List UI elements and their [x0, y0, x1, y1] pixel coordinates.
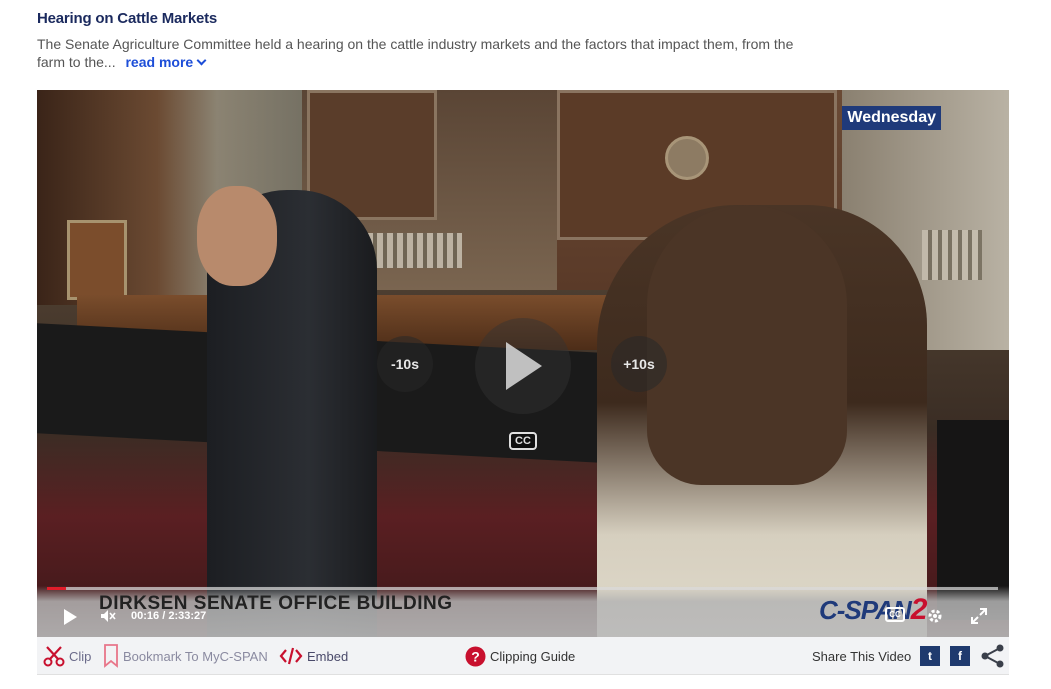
video-description: The Senate Agriculture Committee held a … — [37, 35, 797, 71]
twitter-icon: t — [928, 649, 932, 663]
svg-text:?: ? — [471, 648, 480, 664]
time-separator: / — [162, 610, 166, 622]
scissors-icon — [43, 646, 65, 667]
read-more-label: read more — [125, 54, 194, 70]
bookmark-button[interactable]: Bookmark To MyC-SPAN — [103, 637, 268, 675]
read-more-link[interactable]: read more — [125, 54, 207, 70]
video-title: Hearing on Cattle Markets — [37, 10, 218, 27]
clip-button[interactable]: Clip — [43, 637, 91, 675]
scene-man-head — [197, 186, 277, 286]
captions-center-button[interactable]: CC — [509, 432, 537, 450]
progress-fill — [47, 587, 67, 590]
skip-back-button[interactable]: -10s — [377, 336, 433, 392]
code-icon — [279, 647, 303, 665]
help-icon: ? — [465, 646, 486, 666]
play-icon[interactable] — [64, 609, 77, 625]
video-player[interactable]: Wednesday -10s +10s CC DIRKSEN SENATE OF… — [37, 90, 1009, 637]
bookmark-label: Bookmark To MyC-SPAN — [123, 648, 268, 664]
big-play-button[interactable] — [475, 318, 571, 414]
facebook-icon: f — [958, 649, 962, 663]
day-badge: Wednesday — [842, 106, 941, 130]
gear-icon[interactable] — [926, 607, 944, 625]
scene-woman-hair — [647, 205, 847, 485]
clipping-guide-label: Clipping Guide — [490, 648, 576, 664]
clip-label: Clip — [69, 648, 92, 664]
scene-grille-right — [922, 230, 982, 280]
facebook-share-button[interactable]: f — [950, 646, 970, 666]
share-icon[interactable] — [980, 644, 1006, 668]
current-time: 00:16 — [131, 610, 160, 622]
scene-door — [67, 220, 127, 300]
clipping-guide-link[interactable]: ? Clipping Guide — [465, 637, 575, 675]
fullscreen-icon[interactable] — [970, 607, 988, 625]
duration: 2:33:27 — [168, 610, 207, 622]
cspan-logo-number: 2 — [910, 593, 928, 626]
volume-icon[interactable] — [100, 608, 116, 624]
captions-button[interactable]: CC — [885, 607, 905, 622]
video-toolbar: Clip Bookmark To MyC-SPAN Embed ? Clippi… — [37, 637, 1009, 675]
time-display: 00:16 / 2:33:27 — [131, 610, 206, 622]
embed-button[interactable]: Embed — [279, 637, 348, 675]
skip-forward-button[interactable]: +10s — [611, 336, 667, 392]
bookmark-icon — [104, 644, 118, 668]
scene-seal — [665, 136, 709, 180]
cspan-logo: C-SPAN2 — [819, 593, 928, 627]
share-label: Share This Video — [812, 648, 912, 664]
chevron-down-icon — [196, 55, 207, 66]
progress-bar[interactable] — [47, 587, 998, 590]
embed-label: Embed — [307, 648, 349, 664]
twitter-share-button[interactable]: t — [920, 646, 940, 666]
